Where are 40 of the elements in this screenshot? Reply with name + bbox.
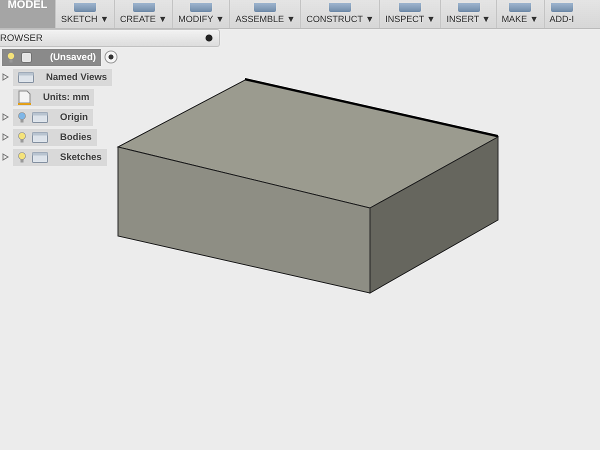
browser-item[interactable]: Sketches — [13, 148, 107, 166]
pin-icon[interactable] — [205, 34, 213, 42]
folder-icon — [32, 132, 48, 142]
expand-arrow-icon[interactable] — [2, 113, 10, 121]
tool-icon — [550, 3, 573, 12]
radio-icon[interactable] — [104, 50, 118, 64]
toolbar-menu[interactable]: SKETCH ▼ — [55, 0, 114, 28]
folder-icon — [18, 72, 34, 82]
tool-icon — [458, 3, 480, 12]
toolbar-menu[interactable]: CREATE ▼ — [114, 0, 172, 28]
tool-icon — [190, 3, 212, 12]
toolbar-menu[interactable]: INSERT ▼ — [440, 0, 496, 28]
toolbar-menu[interactable]: MODIFY ▼ — [172, 0, 230, 28]
folder-icon — [32, 112, 48, 122]
tool-icon — [509, 3, 532, 12]
tool-icon — [399, 3, 422, 12]
toolbar-menu[interactable]: CONSTRUCT ▼ — [300, 0, 380, 28]
lightbulb-icon[interactable] — [18, 152, 26, 162]
tool-icon — [329, 3, 352, 12]
tool-icon — [74, 3, 96, 12]
lightbulb-icon[interactable] — [18, 132, 26, 142]
toolbar-menu[interactable]: ASSEMBLE ▼ — [229, 0, 300, 28]
expand-arrow-icon[interactable] — [2, 133, 10, 141]
lightbulb-icon[interactable] — [18, 112, 26, 122]
lightbulb-icon[interactable] — [7, 52, 15, 62]
toolbar-menu[interactable]: MAKE ▼ — [496, 0, 544, 28]
browser-title: ROWSER — [0, 32, 43, 44]
browser-item[interactable]: Named Views — [13, 68, 112, 86]
document-icon — [18, 90, 31, 104]
component-icon — [21, 52, 32, 62]
expand-arrow-icon[interactable] — [2, 153, 10, 161]
browser-item[interactable]: Bodies — [13, 128, 97, 146]
expand-arrow-icon[interactable] — [2, 73, 10, 81]
browser-item[interactable]: Origin — [13, 108, 93, 126]
tool-icon — [254, 3, 276, 12]
toolbar-menu[interactable]: ADD-I — [544, 0, 579, 28]
tool-icon — [132, 3, 155, 12]
browser-item[interactable]: Units: mm — [13, 88, 94, 106]
folder-icon — [32, 152, 48, 162]
toolbar-menu[interactable]: INSPECT ▼ — [379, 0, 440, 28]
